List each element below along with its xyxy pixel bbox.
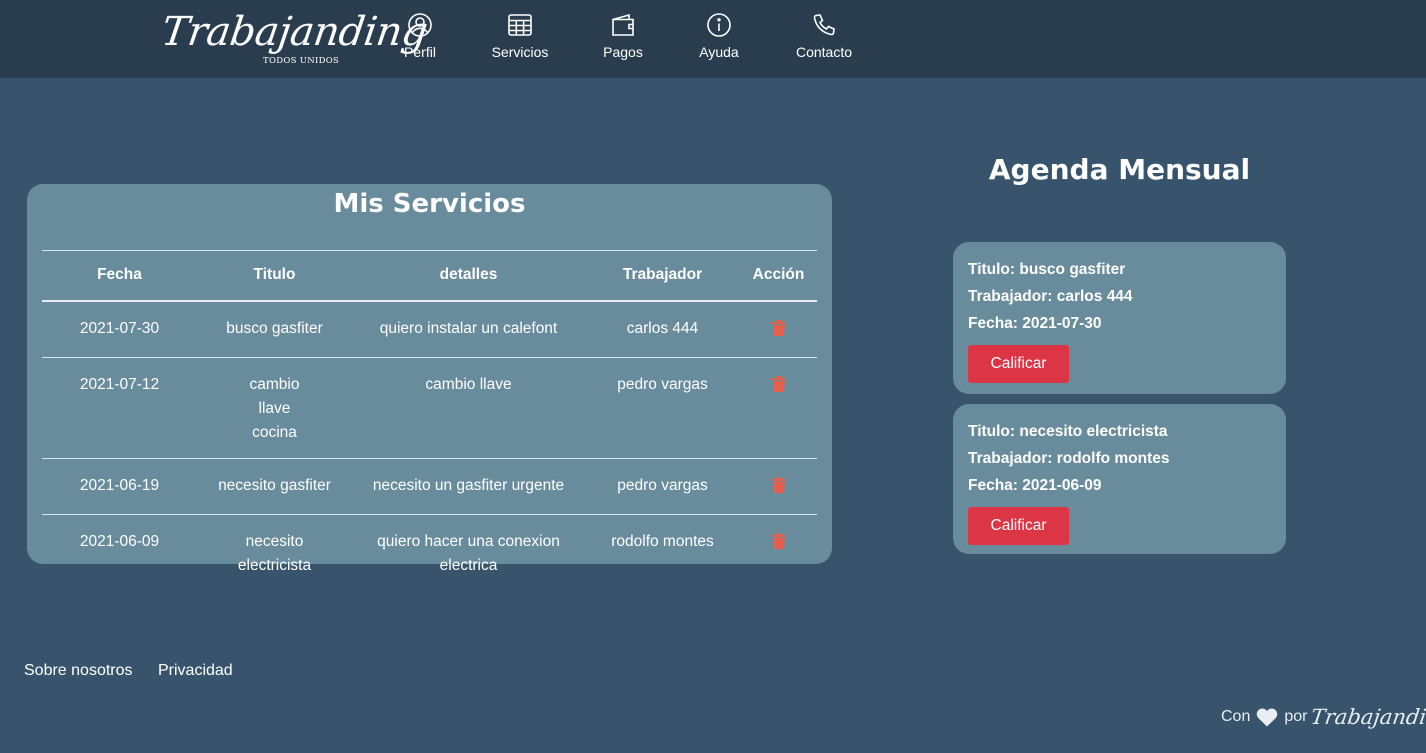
- info-circle-icon: [707, 13, 731, 37]
- nav-label: Pagos: [603, 44, 643, 60]
- nav-item-ayuda[interactable]: Ayuda: [697, 12, 741, 64]
- cell-trabajador: rodolfo montes: [611, 532, 714, 550]
- agenda-trabajador: Trabajador: carlos 444: [968, 288, 1133, 305]
- cell-titulo: necesito gasfiter: [197, 458, 352, 515]
- agenda-titulo: Titulo: necesito electricista: [968, 423, 1168, 440]
- user-circle-icon: [408, 13, 432, 37]
- agenda-card: Titulo: busco gasfiter Trabajador: carlo…: [953, 242, 1286, 394]
- phone-icon: [813, 14, 835, 36]
- cell-titulo: cambio llave cocina: [197, 357, 352, 459]
- column-header-detalles: detalles: [352, 250, 585, 302]
- agenda-title: Agenda Mensual: [988, 153, 1251, 186]
- cell-trabajador: pedro vargas: [585, 357, 740, 459]
- agenda-trabajador: Trabajador: rodolfo montes: [968, 450, 1170, 467]
- agenda-titulo: Titulo: busco gasfiter: [968, 261, 1126, 278]
- brand-logo[interactable]: Trabajanding TODOS UNIDOS: [159, 6, 430, 70]
- nav-label: Contacto: [795, 44, 853, 60]
- trash-icon[interactable]: [771, 319, 786, 336]
- column-header-titulo: Titulo: [197, 250, 352, 302]
- cell-fecha: 2021-07-30: [42, 300, 197, 358]
- cell-accion: [740, 514, 817, 591]
- footer-link-privacidad[interactable]: Privacidad: [158, 662, 233, 680]
- cell-titulo: busco gasfiter: [197, 300, 352, 358]
- cell-accion: [740, 357, 817, 459]
- calificar-button[interactable]: Calificar: [968, 507, 1069, 545]
- agenda-card: Titulo: necesito electricista Trabajador…: [953, 404, 1286, 554]
- table-row: 2021-07-30 busco gasfiter quiero instala…: [42, 300, 817, 358]
- nav-item-perfil[interactable]: Perfil: [398, 12, 442, 64]
- cell-fecha: 2021-06-09: [79, 532, 160, 550]
- credit-middle: por: [1284, 708, 1308, 725]
- agenda-fecha: Fecha: 2021-06-09: [968, 477, 1102, 494]
- navbar: Trabajanding TODOS UNIDOS Perfil Servici…: [0, 0, 1426, 78]
- services-table: Fecha Titulo detalles Trabajador Acción …: [42, 250, 817, 591]
- nav-label: Ayuda: [699, 44, 739, 60]
- credit-brand: Trabajanding: [1309, 705, 1426, 729]
- cell-trabajador: carlos 444: [585, 300, 740, 358]
- cell-detalles: quiero hacer una conexion electrica: [377, 532, 560, 574]
- trash-icon[interactable]: [771, 532, 786, 549]
- nav-label: Servicios: [491, 44, 549, 60]
- column-header-fecha: Fecha: [42, 250, 197, 302]
- brand-name: Trabajanding: [158, 9, 431, 55]
- table-row: 2021-06-09 necesito electricista quiero …: [42, 514, 817, 591]
- cell-trabajador: pedro vargas: [585, 458, 740, 515]
- table-row: 2021-07-12 cambio llave cocina cambio ll…: [42, 357, 817, 459]
- cell-detalles: necesito un gasfiter urgente: [352, 458, 585, 515]
- heart-icon: [1257, 708, 1278, 726]
- cell-detalles: cambio llave: [352, 357, 585, 459]
- cell-fecha: 2021-07-12: [42, 357, 197, 459]
- cell-titulo: necesito electricista: [237, 532, 312, 574]
- table-header-row: Fecha Titulo detalles Trabajador Acción: [42, 250, 817, 302]
- nav-label: Perfil: [404, 44, 436, 60]
- table-row: 2021-06-19 necesito gasfiter necesito un…: [42, 458, 817, 515]
- agenda-fecha: Fecha: 2021-07-30: [968, 315, 1102, 332]
- trash-icon[interactable]: [771, 375, 786, 392]
- credit-prefix: Con: [1221, 708, 1251, 725]
- trash-icon[interactable]: [771, 476, 786, 493]
- wallet-icon: [612, 13, 634, 36]
- services-title: Mis Servicios: [333, 189, 526, 219]
- calificar-button[interactable]: Calificar: [968, 345, 1069, 383]
- nav-item-servicios[interactable]: Servicios: [490, 12, 550, 64]
- brand-tagline: TODOS UNIDOS: [263, 56, 340, 66]
- column-header-accion: Acción: [740, 250, 817, 302]
- nav-item-contacto[interactable]: Contacto: [794, 12, 854, 64]
- cell-fecha: 2021-06-19: [42, 458, 197, 515]
- table-grid-icon: [508, 14, 532, 36]
- services-card: Mis Servicios Fecha Titulo detalles Trab…: [27, 184, 832, 574]
- footer-credit: Con por Trabajanding: [1221, 702, 1426, 732]
- nav-item-pagos[interactable]: Pagos: [603, 12, 643, 64]
- footer-link-sobre-nosotros[interactable]: Sobre nosotros: [24, 662, 133, 680]
- column-header-trabajador: Trabajador: [585, 250, 740, 302]
- cell-accion: [740, 300, 817, 358]
- cell-detalles: quiero instalar un calefont: [352, 300, 585, 358]
- cell-accion: [740, 458, 817, 515]
